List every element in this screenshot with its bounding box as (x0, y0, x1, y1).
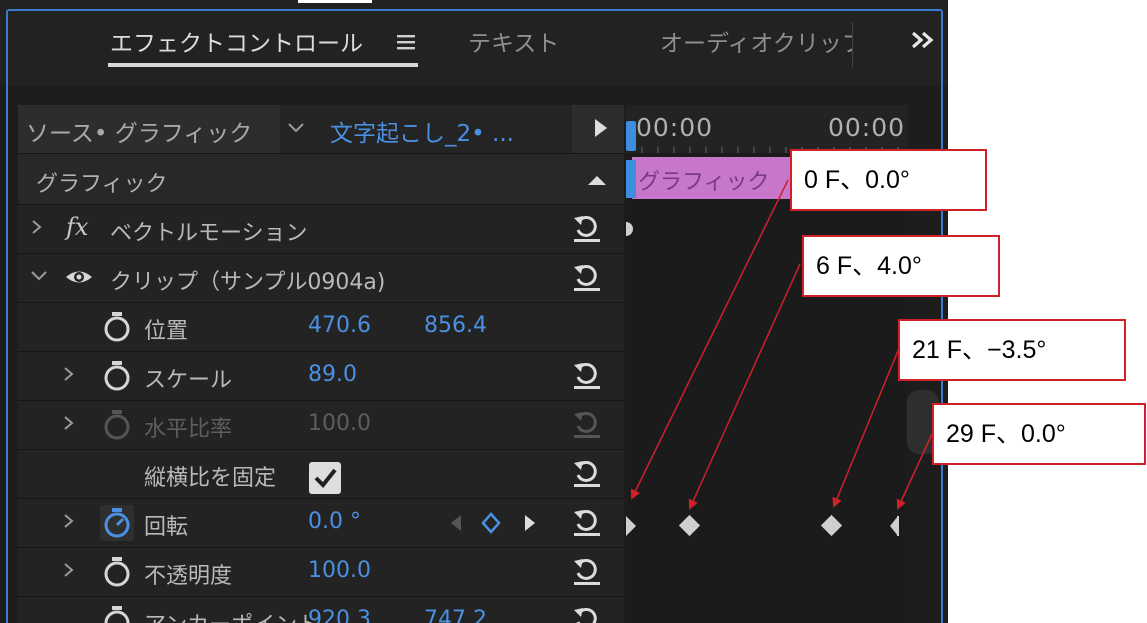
annotation-callout-0f: 0 F、0.0° (790, 149, 987, 211)
annotation-callout-21f: 21 F、−3.5° (898, 319, 1126, 381)
annotation-arrows (631, 179, 933, 510)
annotation-callout-29f: 29 F、0.0° (932, 403, 1146, 465)
annotation-callout-6f: 6 F、4.0° (802, 235, 1000, 297)
